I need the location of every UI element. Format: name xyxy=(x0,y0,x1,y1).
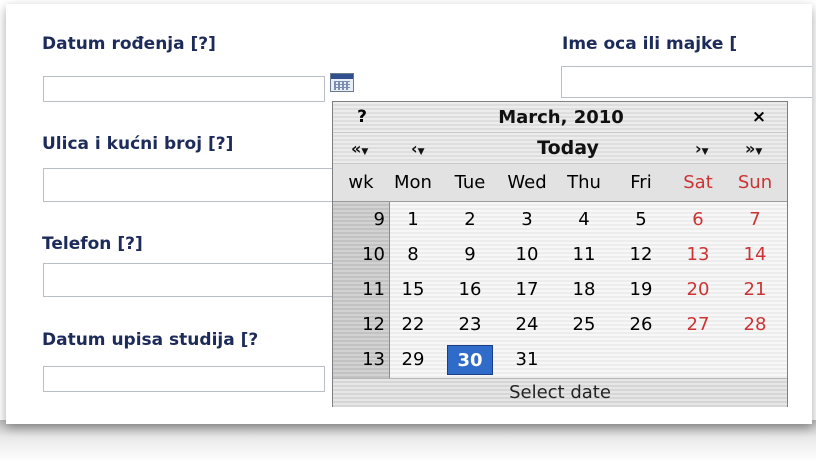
calendar-day[interactable]: 31 xyxy=(507,345,547,375)
calendar-day[interactable]: 17 xyxy=(507,275,547,305)
calendar-day[interactable]: 8 xyxy=(393,240,433,270)
calendar-day[interactable]: 1 xyxy=(393,205,433,235)
parent-name-label: Ime oca ili majke [ xyxy=(562,34,738,54)
weekday-header: Wed xyxy=(507,172,547,193)
calendar-day[interactable]: 16 xyxy=(450,275,490,305)
calendar-day[interactable]: 22 xyxy=(393,310,433,340)
street-input[interactable] xyxy=(43,168,343,202)
street-label: Ulica i kućni broj [?] xyxy=(42,134,234,154)
birth-date-input[interactable] xyxy=(43,76,325,102)
week-number: 11 xyxy=(362,279,385,300)
today-button[interactable]: Today xyxy=(473,137,663,159)
next-month-button[interactable]: ›▼ xyxy=(695,139,709,158)
weekday-header-weekend: Sat xyxy=(683,172,713,193)
calendar-day[interactable]: 19 xyxy=(621,275,661,305)
calendar-day[interactable]: 13 xyxy=(678,240,718,270)
calendar-help-button[interactable]: ? xyxy=(333,107,391,127)
week-number: 12 xyxy=(362,314,385,335)
calendar-day[interactable]: 5 xyxy=(621,205,661,235)
calendar-day[interactable]: 20 xyxy=(678,275,718,305)
week-number: 13 xyxy=(362,349,385,370)
calendar-day[interactable]: 3 xyxy=(507,205,547,235)
calendar-day-selected[interactable]: 30 xyxy=(447,345,493,375)
calendar-day[interactable]: 6 xyxy=(678,205,718,235)
calendar-day[interactable]: 14 xyxy=(735,240,775,270)
phone-label: Telefon [?] xyxy=(42,234,143,254)
calendar-day[interactable]: 2 xyxy=(450,205,490,235)
calendar-icon[interactable] xyxy=(330,73,354,92)
week-number: 10 xyxy=(362,244,385,265)
calendar-day[interactable]: 11 xyxy=(564,240,604,270)
page-shadow xyxy=(0,420,816,462)
phone-input[interactable] xyxy=(43,263,343,297)
weekday-header-row: wk Mon Tue Wed Thu Fri Sat Sun xyxy=(333,164,787,202)
prev-year-button[interactable]: «▼ xyxy=(351,139,368,158)
weekday-header-weekend: Sun xyxy=(737,172,773,193)
weekday-header: Mon xyxy=(394,172,432,193)
prev-month-button[interactable]: ‹▼ xyxy=(411,139,425,158)
parent-name-input[interactable] xyxy=(561,66,812,98)
enroll-date-input[interactable] xyxy=(43,366,325,392)
calendar-day[interactable]: 18 xyxy=(564,275,604,305)
calendar-day[interactable]: 25 xyxy=(564,310,604,340)
calendar-day[interactable]: 7 xyxy=(735,205,775,235)
birth-date-label: Datum rođenja [?] xyxy=(42,34,216,54)
calendar-footer: Select date xyxy=(333,378,787,407)
enroll-date-label: Datum upisa studija [? xyxy=(42,330,259,350)
calendar-popup: ? March, 2010 × «▼ ‹▼ Today ›▼ »▼ wk Mon… xyxy=(332,101,788,407)
weekday-header: Tue xyxy=(454,172,486,193)
calendar-day[interactable]: 27 xyxy=(678,310,718,340)
calendar-day[interactable]: 15 xyxy=(393,275,433,305)
calendar-day[interactable]: 4 xyxy=(564,205,604,235)
week-number: 9 xyxy=(373,209,385,230)
calendar-day[interactable]: 26 xyxy=(621,310,661,340)
calendar-day[interactable]: 24 xyxy=(507,310,547,340)
weekday-header: Thu xyxy=(567,172,601,193)
next-year-button[interactable]: »▼ xyxy=(745,139,762,158)
calendar-day[interactable]: 23 xyxy=(450,310,490,340)
calendar-title-bar: ? March, 2010 × xyxy=(333,102,787,133)
calendar-day[interactable]: 9 xyxy=(450,240,490,270)
calendar-day[interactable]: 21 xyxy=(735,275,775,305)
weekday-header: Fri xyxy=(630,172,652,193)
calendar-nav-bar: «▼ ‹▼ Today ›▼ »▼ xyxy=(333,133,787,164)
calendar-day[interactable]: 29 xyxy=(393,345,433,375)
wk-header: wk xyxy=(348,172,374,193)
calendar-day[interactable]: 10 xyxy=(507,240,547,270)
close-icon[interactable]: × xyxy=(731,107,787,127)
calendar-day[interactable]: 12 xyxy=(621,240,661,270)
calendar-day[interactable]: 28 xyxy=(735,310,775,340)
calendar-title: March, 2010 xyxy=(498,106,624,128)
